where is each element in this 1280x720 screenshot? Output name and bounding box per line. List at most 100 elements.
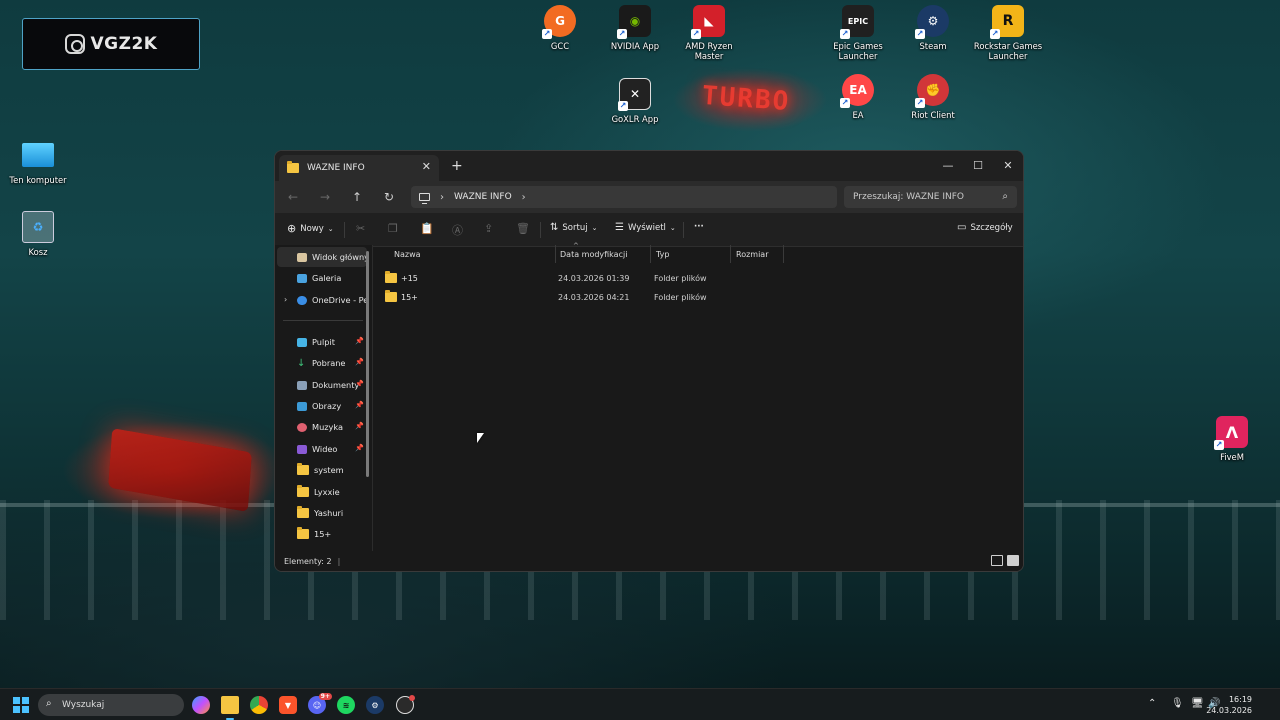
explorer-tab[interactable]: WAZNE INFO ✕ [279,155,439,181]
column-header-type[interactable]: Typ [650,245,731,263]
file-date: 24.03.2026 04:21 [558,292,630,302]
discord-icon[interactable]: ☺ 9+ [308,693,332,714]
desktop-icon-this-pc[interactable]: Ten komputer [0,143,76,185]
navigation-bar: ← → ↑ ↻ › WAZNE INFO › Przeszukaj: WAZNE… [275,181,1023,213]
nav-item-lyxxie[interactable]: Lyxxie [277,482,367,502]
rename-icon[interactable]: Ⓐ [452,222,463,238]
address-bar[interactable]: › WAZNE INFO › [411,186,837,208]
file-row[interactable]: +15 24.03.2026 01:39 Folder plików [385,269,745,287]
view-button-label: Wyświetl [627,222,666,233]
copilot-icon[interactable] [192,696,210,714]
nav-item-pictures[interactable]: Obrazy 📌 [277,396,367,416]
desktop-icon-rockstar[interactable]: R ↗ Rockstar Games Launcher [970,5,1046,61]
large-icons-view-icon[interactable] [1007,555,1019,566]
logo-widget[interactable]: VGZ2K [22,18,200,70]
folder-icon [385,271,397,283]
column-header-date[interactable]: Data modyfikacji [554,245,651,263]
chevron-right-icon[interactable]: › [522,192,526,203]
desktop-icon-ea[interactable]: EA ↗ EA [820,74,896,120]
folder-icon [297,463,309,475]
cut-icon[interactable]: ✂ [356,222,365,235]
new-tab-button[interactable]: + [451,158,463,174]
sort-button[interactable]: ⇅ Sortuj ⌄ [550,222,597,233]
close-tab-icon[interactable]: ✕ [422,160,431,173]
paste-icon[interactable]: 📋 [420,222,434,235]
divider [683,222,684,238]
search-placeholder: Przeszukaj: WAZNE INFO [853,192,964,202]
nav-item-label: Widok główny [312,252,367,262]
up-button[interactable]: ↑ [347,188,367,206]
notification-badge: 9+ [318,693,332,700]
taskbar-search-placeholder: Wyszukaj [62,700,105,710]
windows-start-icon[interactable] [13,697,29,713]
nav-item-downloads[interactable]: ↓ Pobrane 📌 [277,353,367,373]
desktop-icon-fivem[interactable]: Λ ↗ FiveM [1194,416,1270,462]
pin-icon: 📌 [355,401,364,409]
nav-item-onedrive[interactable]: › OneDrive - Personal [277,290,367,310]
desktop-icon-epic-games[interactable]: EPIC ↗ Epic Games Launcher [820,5,896,61]
chrome-icon[interactable] [250,696,268,714]
instagram-icon [64,34,85,54]
chevron-right-icon[interactable]: › [284,295,287,304]
nav-item-yashuri[interactable]: Yashuri [277,503,367,523]
details-view-icon[interactable] [991,555,1003,566]
desktop-icon-label: FiveM [1220,452,1244,462]
nav-item-label: Lyxxie [314,487,340,497]
nav-item-system[interactable]: system [277,460,367,480]
desktop-icon-recycle-bin[interactable]: ♻ Kosz [0,211,76,257]
new-button[interactable]: ⊕ Nowy ⌄ [287,222,334,235]
file-explorer-icon[interactable] [221,696,239,720]
brave-icon[interactable]: ▼ [279,696,297,714]
desktop-icon-nvidia-app[interactable]: ◉ ↗ NVIDIA App [597,5,673,51]
nav-item-15plus[interactable]: 15+ [277,524,367,544]
microphone-icon[interactable]: 🎙 [1171,698,1184,709]
desktop-icon-amd-ryzen-master[interactable]: ◣ ↗ AMD Ryzen Master [671,5,747,61]
column-header-size[interactable]: Rozmiar [730,245,784,263]
nav-item-music[interactable]: Muzyka 📌 [277,417,367,437]
desktop-icon-label: GoXLR App [611,114,659,124]
nav-item-videos[interactable]: Wideo 📌 [277,439,367,459]
chevron-right-icon[interactable]: › [440,192,444,203]
view-button[interactable]: ☰ Wyświetl ⌄ [615,222,676,233]
file-row[interactable]: 15+ 24.03.2026 04:21 Folder plików [385,288,745,306]
steam-taskbar-icon[interactable]: ⚙ [366,696,384,714]
forward-button[interactable]: → [315,188,335,206]
app-icon[interactable] [396,695,415,714]
nav-item-desktop[interactable]: Pulpit 📌 [277,332,367,352]
copy-icon[interactable]: ❐ [388,222,398,235]
status-separator: | [337,556,341,566]
network-icon[interactable]: 🖥 [1191,698,1204,709]
taskbar-clock[interactable]: 16:19 24.03.2026 [1206,694,1252,716]
download-icon: ↓ [297,357,306,369]
desktop-icon-goxlr[interactable]: ✕ ↗ GoXLR App [597,78,673,124]
nvidia-icon: ◉ ↗ [617,5,651,39]
desktop-icon-steam[interactable]: ⚙ ↗ Steam [895,5,971,51]
ea-icon: EA ↗ [840,74,874,108]
more-options-button[interactable]: ··· [694,222,704,232]
back-button[interactable]: ← [283,188,303,206]
file-name: +15 [401,273,418,283]
refresh-button[interactable]: ↻ [379,188,399,206]
nav-item-home[interactable]: Widok główny [277,247,367,267]
chevron-up-icon[interactable]: ⌃ [1148,698,1156,709]
share-icon[interactable]: ⇪ [484,222,493,235]
search-input[interactable]: Przeszukaj: WAZNE INFO ⌕ [844,186,1017,208]
desktop-icon-gcc[interactable]: G ↗ GCC [522,5,598,51]
spotify-icon[interactable]: ≋ [337,696,355,714]
minimize-button[interactable]: — [933,151,963,179]
breadcrumb-current[interactable]: WAZNE INFO [454,192,512,202]
desktop-icon-riot-client[interactable]: ✊ ↗ Riot Client [895,74,971,120]
details-button[interactable]: ▭ Szczegóły [957,222,1013,233]
nav-item-gallery[interactable]: Galeria [277,268,367,288]
desktop-icon-label: Kosz [28,247,48,257]
maximize-button[interactable]: ☐ [963,151,993,179]
taskbar-search[interactable]: ⌕ Wyszukaj [38,694,184,716]
column-header-name[interactable]: Nazwa [388,245,556,263]
pin-icon: 📌 [355,380,364,388]
close-window-button[interactable]: ✕ [993,151,1023,179]
gcc-icon: G ↗ [542,5,576,39]
delete-icon[interactable]: 🗑 [516,222,530,235]
nav-scrollbar[interactable] [366,251,369,477]
nav-item-documents[interactable]: Dokumenty 📌 [277,375,367,395]
logo-text: VGZ2K [90,34,158,54]
